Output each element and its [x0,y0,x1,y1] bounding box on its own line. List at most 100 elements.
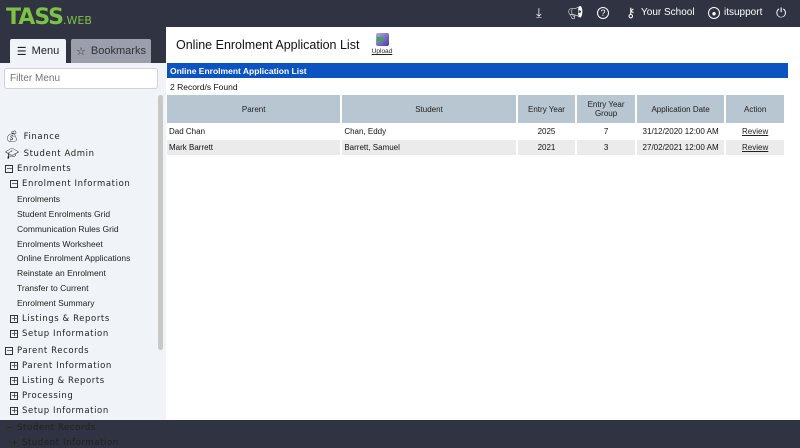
review-link[interactable]: Review [742,143,768,152]
sidebar-item-reinstate-an-enrolment[interactable]: Reinstate an Enrolment [17,268,106,278]
col-application-date[interactable]: Application Date [636,95,725,124]
sidebar-item-finance[interactable]: 💰︎ Finance [5,130,60,143]
logo-text: TASS [6,5,64,30]
sidebar-item-label: Setup Information [22,406,109,416]
help-icon[interactable]: ? [597,7,609,19]
tab-bookmarks-label: Bookmarks [90,45,146,57]
group-cell: 3 [577,140,635,156]
collapse-icon[interactable]: − [5,424,13,432]
expand-icon[interactable]: + [10,377,18,385]
sidebar-item-label: Student Admin [23,148,95,159]
sidebar-item-enrolments[interactable]: − Enrolments [5,164,71,174]
student-cell: Barrett, Samuel [342,140,516,156]
entry-year-cell: 2025 [517,124,576,140]
col-action: Action [726,95,784,124]
parent-cell: Dad Chan [167,124,341,140]
sidebar-item-student-admin[interactable]: 🎓︎ Student Admin [5,147,95,160]
main-content: Online Enrolment Application List Upload… [166,27,800,420]
tass-logo[interactable]: TASS.WEB [6,5,92,30]
applications-table: Parent Student Entry Year Entry Year Gro… [165,95,786,156]
sidebar-item-setup-information[interactable]: + Setup Information [10,406,109,416]
sidebar: ☰Menu ☆Bookmarks 💰︎Finance🎓︎Student Admi… [0,28,166,448]
sidebar-item-student-records[interactable]: − Student Records [5,423,96,433]
sidebar-item-online-enrolment-applications[interactable]: Online Enrolment Applications [17,253,130,263]
hamburger-icon: ☰ [16,45,27,58]
sidebar-item-label: Finance [23,131,61,142]
date-cell: 27/02/2021 12:00 AM [636,140,725,156]
expand-icon[interactable]: + [10,315,18,323]
tab-menu[interactable]: ☰ Menu [10,39,66,63]
sidebar-item-student-information[interactable]: + Student Information [10,438,119,448]
expand-icon[interactable]: + [10,392,18,400]
sidebar-item-label: Enrolments [17,164,72,174]
sidebar-item-label: Enrolments Worksheet [17,239,103,249]
sidebar-item-label: Setup Information [22,329,109,339]
sidebar-item-label: Listings & Reports [22,314,110,324]
top-bar: TASS.WEB ⤓ 📢︎ ? ⚷ Your School ● itsuppor… [0,0,800,30]
user-circle-icon[interactable]: ● [708,7,720,19]
filter-menu-input[interactable] [4,68,158,89]
sidebar-item-transfer-to-current[interactable]: Transfer to Current [17,283,89,293]
review-link[interactable]: Review [742,127,768,136]
collapse-icon[interactable]: − [5,165,13,173]
sidebar-item-enrolments[interactable]: Enrolments [17,194,60,204]
sidebar-item-parent-records[interactable]: − Parent Records [5,346,89,356]
download-tray-icon[interactable]: ⤓ [536,5,542,21]
sidebar-item-student-enrolments-grid[interactable]: Student Enrolments Grid [17,209,110,219]
sidebar-item-listings-reports[interactable]: + Listings & Reports [10,314,110,324]
megaphone-icon[interactable]: 📢︎ [567,5,584,21]
tab-bookmarks[interactable]: ☆ Bookmarks [71,39,151,63]
col-parent[interactable]: Parent [167,95,341,124]
sidebar-item-label: Student Records [17,423,96,433]
key-icon[interactable]: ⚷ [626,5,636,21]
school-link[interactable]: Your School [641,7,695,18]
upload-icon [375,33,389,46]
collapse-icon[interactable]: − [5,347,13,355]
sidebar-item-processing[interactable]: + Processing [10,391,73,401]
date-cell: 31/12/2020 12:00 AM [636,124,725,140]
sidebar-item-label: Enrolment Information [22,179,131,189]
expand-icon[interactable]: + [10,407,18,415]
star-icon: ☆ [76,45,86,58]
entry-year-cell: 2021 [517,140,576,156]
group-cell: 7 [577,124,635,140]
sidebar-item-label: Online Enrolment Applications [17,253,131,263]
sidebar-item-setup-information[interactable]: + Setup Information [10,329,109,339]
collapse-icon[interactable]: − [10,180,18,188]
menu-panel: 💰︎Finance🎓︎Student Admin−Enrolments−Enro… [0,63,166,448]
sidebar-item-enrolment-information[interactable]: − Enrolment Information [10,179,130,189]
sidebar-item-parent-information[interactable]: + Parent Information [10,361,112,371]
sidebar-item-label: Communication Rules Grid [17,224,119,234]
logo-suffix: .WEB [63,14,92,27]
sidebar-item-label: Listing & Reports [22,376,105,386]
table-row: Dad Chan Chan, Eddy 2025 7 31/12/2020 12… [167,124,784,140]
sidebar-item-enrolment-summary[interactable]: Enrolment Summary [17,298,94,308]
sidebar-item-label: Parent Information [22,361,112,371]
tab-menu-label: Menu [31,45,60,57]
graduation-cap-icon: 🎓︎ [5,147,20,160]
student-cell: Chan, Eddy [342,124,516,140]
table-row: Mark Barrett Barrett, Samuel 2021 3 27/0… [167,140,784,156]
sidebar-item-label: Transfer to Current [17,283,89,293]
sidebar-scrollbar[interactable] [158,95,163,350]
expand-icon[interactable]: + [10,439,18,447]
sidebar-item-label: Student Enrolments Grid [17,209,111,219]
col-entry-year-group[interactable]: Entry Year Group [577,95,635,124]
parent-cell: Mark Barrett [167,140,341,156]
expand-icon[interactable]: + [10,362,18,370]
sidebar-item-label: Parent Records [17,346,90,356]
sidebar-item-label: Processing [22,391,74,401]
money-bag-icon: 💰︎ [5,130,20,143]
upload-button[interactable]: Upload [369,33,395,55]
col-student[interactable]: Student [342,95,516,124]
records-found: 2 Record/s Found [170,82,238,92]
col-entry-year[interactable]: Entry Year [517,95,576,124]
sidebar-item-label: Student Information [22,438,119,448]
user-menu[interactable]: itsupport [724,7,762,18]
power-icon[interactable]: ⏻ [776,5,786,21]
expand-icon[interactable]: + [10,330,18,338]
sidebar-item-communication-rules-grid[interactable]: Communication Rules Grid [17,224,119,234]
page-title: Online Enrolment Application List [176,38,360,52]
sidebar-item-listing-reports[interactable]: + Listing & Reports [10,376,105,386]
sidebar-item-enrolments-worksheet[interactable]: Enrolments Worksheet [17,239,103,249]
